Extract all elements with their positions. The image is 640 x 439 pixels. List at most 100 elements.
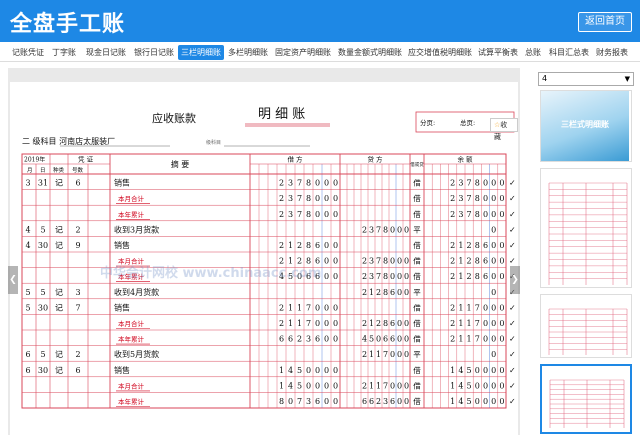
row-debit-digit: 0 [315, 303, 320, 312]
row-balance: 0 [491, 225, 496, 234]
row-debit-digit: 0 [333, 257, 338, 266]
row-balance-digit: 5 [467, 381, 472, 390]
row-credit-digit: 0 [397, 225, 402, 234]
row-number: 2 [75, 225, 80, 234]
row-credit-digit: 5 [369, 335, 374, 344]
row-direction: 借 [413, 396, 421, 406]
ledger-page: 应收账款 明 细 账分页: 总页: 二 级科目 河南店太服装厂 级科目 2019年 凭 证月… [10, 82, 518, 435]
subject-line-text: 二 级科目 河南店太服装厂 [22, 136, 115, 146]
tab-general-ledger[interactable]: 总账 [525, 45, 541, 60]
row-credit: 2378000 [362, 272, 409, 281]
day-header: 日 [40, 167, 46, 174]
row-credit: 4506600 [362, 335, 409, 344]
thumbnail-page-4[interactable] [540, 364, 632, 434]
row-summary: 销售 [114, 302, 130, 312]
row-balance-digit: 5 [467, 397, 472, 406]
row-credit-digit: 8 [383, 272, 388, 281]
row-balance: 1450000 [450, 366, 504, 375]
row-debit-digit: 0 [333, 179, 338, 188]
row-debit-digit: 0 [333, 272, 338, 281]
tab-financial-statements[interactable]: 财务报表 [596, 45, 628, 60]
row-kind: 记 [55, 350, 63, 359]
row-balance-digit: 0 [499, 210, 504, 219]
row-credit-digit: 8 [383, 288, 388, 297]
row-debit-digit: 3 [306, 397, 311, 406]
balance-header: 余 额 [457, 155, 473, 164]
tab-multi-column-ledger[interactable]: 多栏明细账 [228, 45, 268, 60]
row-balance-digit: 0 [491, 210, 496, 219]
row-balance-digit: 1 [467, 319, 472, 328]
row-debit-digit: 2 [297, 257, 302, 266]
row-balance-digit: 2 [450, 241, 455, 250]
row-debit-digit: 0 [324, 381, 329, 390]
row-debit-digit: 4 [288, 366, 293, 375]
prev-page-button[interactable]: ❮ [8, 266, 18, 294]
back-home-button[interactable]: 返回首页 [578, 12, 632, 32]
row-direction: 借 [413, 193, 421, 203]
row-credit-digit: 2 [362, 381, 367, 390]
row-debit-digit: 1 [288, 303, 293, 312]
row-balance-digit: 1 [450, 366, 455, 375]
row-debit: 6623600 [279, 335, 338, 344]
row-debit-digit: 0 [333, 366, 338, 375]
check-mark-icon: ✓ [509, 397, 516, 406]
row-summary: 收到3月货款 [114, 224, 159, 234]
row-balance-digit: 3 [458, 194, 463, 203]
tab-quantity-amount-ledger[interactable]: 数量金额式明细账 [338, 45, 402, 60]
row-debit-digit: 6 [315, 397, 320, 406]
thumbnail-page-1[interactable]: 三栏式明细账 [540, 90, 632, 162]
row-credit-digit: 0 [404, 381, 409, 390]
row-credit-digit: 2 [362, 257, 367, 266]
tab-vat-ledger[interactable]: 应交增值税明细账 [408, 45, 472, 60]
row-debit-digit: 1 [279, 366, 284, 375]
secondary-subject-label: 级科目 [206, 139, 221, 146]
tab-trial-balance[interactable]: 试算平衡表 [478, 45, 518, 60]
row-month: 4 [25, 225, 30, 234]
row-debit-digit: 0 [315, 381, 320, 390]
row-credit-digit: 2 [362, 272, 367, 281]
thumbnail-page-2[interactable] [540, 168, 632, 288]
row-debit-digit: 2 [279, 303, 284, 312]
next-page-button[interactable]: ❯ [510, 266, 520, 294]
tab-bank-journal[interactable]: 银行日记账 [134, 45, 174, 60]
row-summary: 销售 [114, 365, 130, 375]
row-direction: 借 [413, 302, 421, 312]
page-select[interactable]: 4 ▼ [538, 72, 634, 86]
tab-voucher[interactable]: 记账凭证 [12, 45, 44, 60]
row-balance: 2378000 [450, 210, 504, 219]
row-credit-digit: 0 [390, 350, 395, 359]
check-mark-icon: ✓ [509, 335, 516, 344]
year-header: 2019年 [24, 156, 45, 164]
row-balance: 1450000 [450, 397, 504, 406]
row-debit-digit: 8 [306, 179, 311, 188]
tab-subject-summary[interactable]: 科目汇总表 [549, 45, 589, 60]
row-debit-digit: 8 [306, 194, 311, 203]
row-credit-digit: 6 [383, 335, 388, 344]
row-day: 30 [38, 303, 48, 312]
row-balance-digit: 0 [499, 366, 504, 375]
row-debit-digit: 0 [306, 366, 311, 375]
row-balance: 0 [491, 350, 496, 359]
row-kind: 记 [55, 303, 63, 312]
tab-cash-journal[interactable]: 现金日记账 [86, 45, 126, 60]
row-credit-digit: 7 [376, 272, 381, 281]
row-balance-digit: 0 [499, 241, 504, 250]
row-debit-digit: 0 [315, 179, 320, 188]
thumbnail-page-3[interactable] [540, 294, 632, 358]
tab-t-account[interactable]: 丁字账 [52, 45, 76, 60]
tab-three-column-ledger[interactable]: 三栏明细账 [178, 45, 224, 60]
row-credit-digit: 0 [404, 272, 409, 281]
favorite-button[interactable]: ☆收藏 [490, 118, 518, 141]
row-credit: 2128600 [362, 319, 409, 328]
debit-header: 借 方 [287, 155, 303, 164]
check-mark-icon: ✓ [509, 303, 516, 312]
tab-fixed-asset-ledger[interactable]: 固定资产明细账 [275, 45, 331, 60]
row-debit-digit: 0 [333, 319, 338, 328]
row-credit: 2378000 [362, 225, 409, 234]
row-credit-digit: 0 [404, 288, 409, 297]
row-credit-digit: 0 [397, 288, 402, 297]
row-debit-digit: 6 [279, 335, 284, 344]
row-kind: 记 [55, 288, 63, 297]
row-credit-digit: 0 [397, 381, 402, 390]
row-balance-digit: 6 [483, 257, 488, 266]
